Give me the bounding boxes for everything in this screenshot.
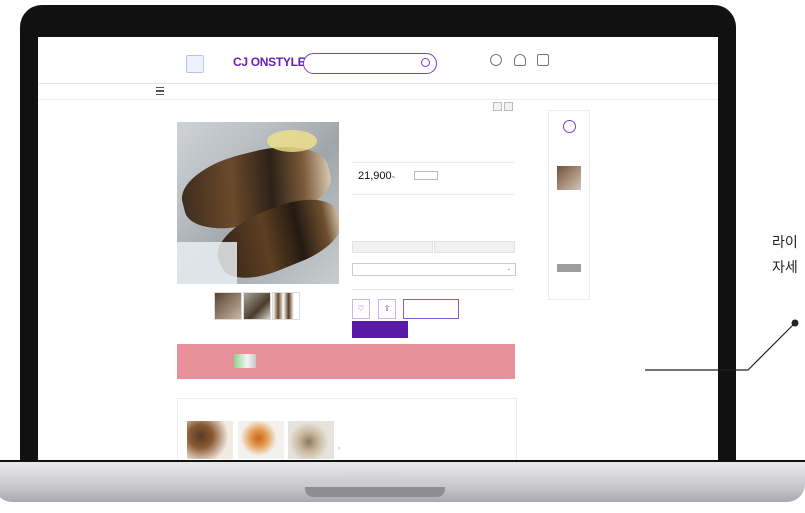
option-tab[interactable]	[434, 241, 515, 253]
heart-icon: ♡	[357, 304, 365, 313]
promo-banner[interactable]	[177, 344, 515, 379]
rec-item[interactable]	[288, 421, 334, 459]
annotation-line-1: 라이	[772, 235, 798, 251]
header-divider	[38, 83, 718, 84]
menu-icon[interactable]	[156, 87, 164, 95]
recommendations: ›	[177, 398, 517, 463]
share-icon: ⇪	[383, 304, 391, 313]
quick-rail	[548, 110, 590, 300]
search-icon[interactable]	[421, 58, 430, 67]
device-model-label: MacBook Pro	[350, 476, 400, 485]
user-icon[interactable]	[514, 54, 526, 66]
product-thumbnail[interactable]	[272, 292, 300, 320]
price-unit: ~	[391, 175, 396, 181]
price-detail-button[interactable]	[414, 171, 438, 180]
option-tab[interactable]	[352, 241, 433, 253]
search-input[interactable]	[303, 53, 437, 74]
rec-item[interactable]	[187, 421, 233, 459]
product-thumbnail[interactable]	[214, 292, 242, 320]
promo-card-icon[interactable]	[186, 55, 204, 73]
rail-logo-icon[interactable]	[563, 120, 576, 133]
annotation-text: 라이 자세	[772, 231, 798, 281]
option-select[interactable]: ⌄	[352, 263, 516, 276]
annotation-line-2: 자세	[772, 260, 798, 276]
product-main-image[interactable]	[177, 122, 339, 284]
card-icon	[234, 354, 256, 368]
recent-item-thumbnail[interactable]	[557, 166, 581, 190]
product-price: 21,900~	[358, 170, 395, 182]
share-icon[interactable]	[493, 102, 502, 111]
divider	[352, 289, 514, 290]
buy-now-button[interactable]	[352, 321, 408, 338]
wishlist-button[interactable]: ♡	[352, 299, 370, 319]
rec-item[interactable]	[238, 421, 284, 459]
site-logo[interactable]: CJ ONSTYLE	[233, 55, 306, 69]
share-button[interactable]: ⇪	[378, 299, 396, 319]
price-value: 21,900	[358, 170, 392, 182]
product-thumbnail[interactable]	[243, 292, 271, 320]
laptop-screen: CJ ONSTYLE 21,900~ ⌄ ♡ ⇪ ›	[38, 37, 718, 463]
add-to-cart-button[interactable]	[403, 299, 459, 319]
laptop-notch	[305, 487, 445, 497]
divider	[352, 162, 514, 163]
rail-button[interactable]	[557, 264, 581, 272]
cart-icon[interactable]	[537, 54, 549, 66]
laptop-lid: CJ ONSTYLE 21,900~ ⌄ ♡ ⇪ ›	[20, 5, 736, 475]
print-icon[interactable]	[504, 102, 513, 111]
chevron-down-icon: ⌄	[506, 266, 511, 272]
option-select-value	[353, 267, 358, 271]
promo-badge[interactable]	[144, 53, 184, 75]
recent-view-icon[interactable]	[490, 54, 502, 66]
divider	[352, 194, 514, 195]
nav-divider	[38, 99, 718, 100]
chevron-right-icon[interactable]: ›	[338, 445, 340, 452]
